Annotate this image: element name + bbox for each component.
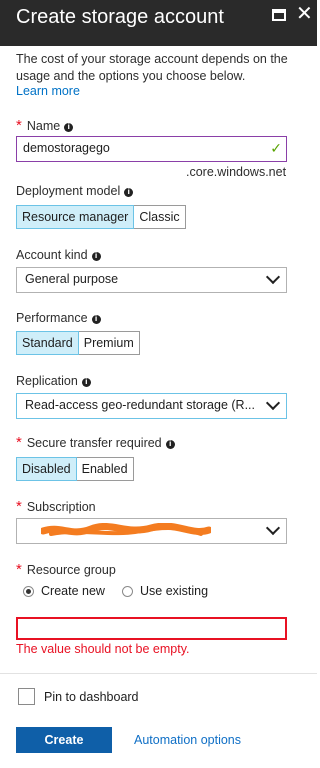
deployment-model-label: Deployment model bbox=[16, 184, 121, 198]
chevron-down-icon bbox=[265, 395, 281, 411]
create-new-label: Create new bbox=[41, 584, 105, 598]
replication-label-row: Replication i bbox=[16, 374, 91, 388]
name-input[interactable]: demostoragego ✓ bbox=[16, 136, 287, 162]
required-asterisk: * bbox=[16, 117, 22, 134]
info-icon[interactable]: i bbox=[91, 315, 101, 324]
info-icon[interactable]: i bbox=[165, 440, 175, 449]
name-label-row: * Name i bbox=[16, 117, 74, 134]
replication-dropdown[interactable]: Read-access geo-redundant storage (R... bbox=[16, 393, 287, 419]
account-kind-label-row: Account kind i bbox=[16, 248, 101, 262]
replication-label: Replication bbox=[16, 374, 78, 388]
required-asterisk: * bbox=[16, 498, 22, 515]
info-icon[interactable]: i bbox=[124, 188, 134, 197]
performance-label: Performance bbox=[16, 311, 88, 325]
blade-header: Create storage account ✕ bbox=[0, 0, 317, 46]
resource-group-label: Resource group bbox=[26, 563, 116, 577]
name-suffix: .core.windows.net bbox=[186, 165, 287, 179]
account-kind-value: General purpose bbox=[25, 272, 119, 286]
name-value: demostoragego bbox=[23, 141, 110, 155]
account-kind-label: Account kind bbox=[16, 248, 88, 262]
pin-checkbox[interactable] bbox=[18, 688, 35, 705]
info-icon[interactable]: i bbox=[81, 378, 91, 387]
required-asterisk: * bbox=[16, 434, 22, 451]
use-existing-radio-row[interactable]: Use existing bbox=[122, 584, 208, 598]
secure-transfer-toggle: Disabled Enabled bbox=[16, 457, 134, 481]
close-icon[interactable]: ✕ bbox=[296, 3, 313, 25]
disabled-option[interactable]: Disabled bbox=[16, 457, 77, 481]
chevron-down-icon bbox=[265, 269, 281, 285]
subscription-label-row: * Subscription bbox=[16, 498, 96, 515]
subscription-label: Subscription bbox=[26, 500, 96, 514]
deployment-model-label-row: Deployment model i bbox=[16, 184, 134, 198]
info-icon[interactable]: i bbox=[64, 123, 74, 132]
maximize-icon[interactable] bbox=[272, 9, 286, 21]
replication-value: Read-access geo-redundant storage (R... bbox=[25, 398, 255, 412]
deployment-model-toggle: Resource manager Classic bbox=[16, 205, 186, 229]
resource-group-input[interactable] bbox=[16, 617, 287, 640]
performance-toggle: Standard Premium bbox=[16, 331, 140, 355]
chevron-down-icon bbox=[265, 520, 281, 536]
pin-to-dashboard-label: Pin to dashboard bbox=[44, 689, 139, 704]
standard-option[interactable]: Standard bbox=[16, 331, 79, 355]
resource-group-label-row: * Resource group bbox=[16, 561, 116, 578]
error-message: The value should not be empty. bbox=[16, 642, 190, 656]
account-kind-dropdown[interactable]: General purpose bbox=[16, 267, 287, 293]
blade-title: Create storage account bbox=[16, 6, 224, 28]
create-button[interactable]: Create bbox=[16, 727, 112, 753]
resource-manager-option[interactable]: Resource manager bbox=[16, 205, 135, 229]
secure-transfer-label: Secure transfer required bbox=[26, 436, 162, 450]
redaction-scribble bbox=[41, 523, 211, 536]
enabled-option[interactable]: Enabled bbox=[76, 457, 134, 481]
name-label: Name bbox=[26, 119, 61, 133]
use-existing-label: Use existing bbox=[140, 584, 209, 598]
use-existing-radio[interactable] bbox=[122, 585, 133, 597]
pin-to-dashboard-row[interactable]: Pin to dashboard bbox=[18, 688, 139, 705]
required-asterisk: * bbox=[16, 561, 22, 578]
secure-transfer-label-row: * Secure transfer required i bbox=[16, 434, 175, 451]
create-new-radio[interactable] bbox=[23, 585, 34, 597]
performance-label-row: Performance i bbox=[16, 311, 101, 325]
create-new-radio-row[interactable]: Create new bbox=[23, 584, 105, 598]
intro-text: The cost of your storage account depends… bbox=[16, 52, 288, 83]
footer-divider bbox=[0, 673, 317, 674]
learn-more-link[interactable]: Learn more bbox=[16, 84, 80, 98]
subscription-dropdown[interactable] bbox=[16, 518, 287, 544]
classic-option[interactable]: Classic bbox=[134, 205, 186, 229]
automation-options-link[interactable]: Automation options bbox=[134, 733, 241, 747]
info-icon[interactable]: i bbox=[91, 252, 101, 261]
premium-option[interactable]: Premium bbox=[78, 331, 140, 355]
checkmark-icon: ✓ bbox=[270, 140, 282, 156]
